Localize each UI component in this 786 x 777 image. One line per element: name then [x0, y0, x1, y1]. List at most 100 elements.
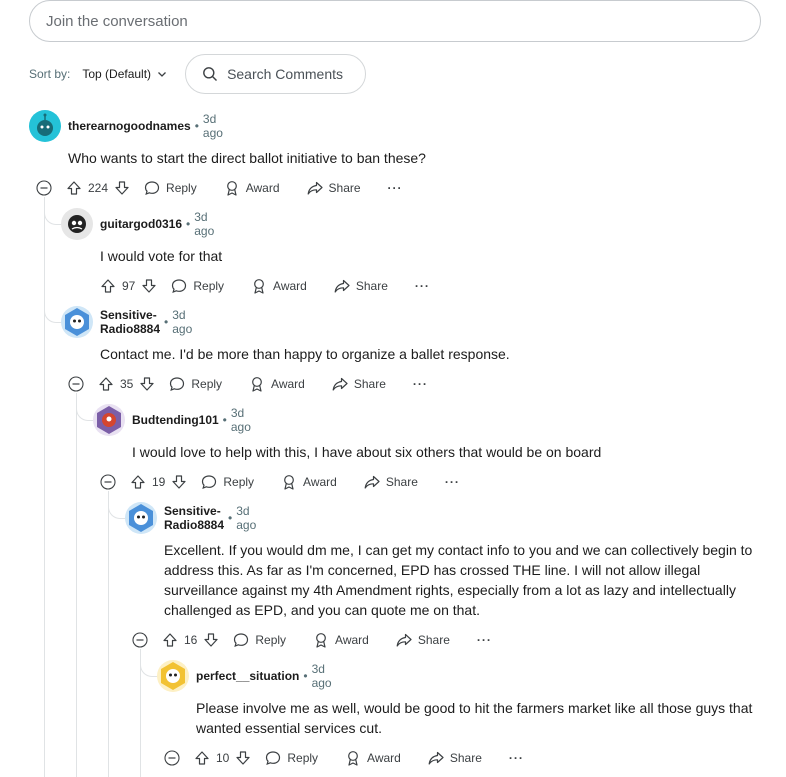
sort-dropdown[interactable]: Top (Default) — [82, 67, 167, 81]
vote-control: 97 — [100, 278, 157, 294]
reply-icon — [172, 279, 187, 293]
share-button[interactable]: Share — [428, 750, 482, 766]
comment-actions: 19 Reply Award Share ··· — [100, 470, 460, 494]
more-options-button[interactable]: ··· — [445, 475, 460, 489]
thread-line — [108, 491, 109, 777]
share-icon — [307, 181, 323, 195]
comment-body: I would vote for that — [100, 248, 223, 264]
reply-label: Reply — [255, 633, 287, 647]
downvote-icon[interactable] — [114, 180, 130, 196]
reply-icon — [266, 751, 281, 765]
reply-button[interactable]: Reply — [171, 278, 224, 294]
vote-control: 10 — [194, 750, 251, 766]
upvote-icon[interactable] — [162, 632, 178, 648]
comment-author[interactable]: therearnogoodnames — [68, 119, 191, 133]
join-conversation-box[interactable] — [29, 0, 761, 42]
avatar[interactable] — [157, 660, 189, 692]
comment-age: 3d ago — [230, 406, 251, 434]
separator-dot: • — [164, 315, 169, 329]
share-button[interactable]: Share — [307, 180, 361, 196]
avatar[interactable] — [61, 208, 93, 240]
comment-header: Budtending101 • 3d ago — [93, 404, 251, 436]
sort-bar: Sort by: Top (Default) Search Comments — [29, 54, 366, 94]
vote-control: 19 — [130, 474, 187, 490]
upvote-icon[interactable] — [130, 474, 146, 490]
avatar[interactable] — [125, 502, 157, 534]
comment-author[interactable]: Sensitive-Radio8884 — [100, 308, 160, 336]
reply-label: Reply — [191, 377, 223, 391]
comment-author[interactable]: guitargod0316 — [100, 217, 182, 231]
reply-button[interactable]: Reply — [201, 474, 254, 490]
comment-body: Who wants to start the direct ballot ini… — [68, 150, 426, 166]
sort-value: Top (Default) — [82, 67, 152, 81]
thread-connector — [108, 491, 126, 519]
search-comments-button[interactable]: Search Comments — [185, 54, 366, 94]
award-label: Award — [335, 633, 369, 647]
more-options-button[interactable]: ··· — [388, 181, 403, 195]
more-options-button[interactable]: ··· — [415, 279, 430, 293]
downvote-icon[interactable] — [139, 376, 155, 392]
comment-actions: 10 Reply Award Share ··· — [164, 746, 524, 770]
collapse-icon[interactable] — [68, 376, 84, 392]
share-button[interactable]: Share — [396, 632, 450, 648]
share-button[interactable]: Share — [334, 278, 388, 294]
join-conversation-input[interactable] — [46, 12, 760, 30]
reply-button[interactable]: Reply — [233, 632, 286, 648]
avatar[interactable] — [93, 404, 125, 436]
share-label: Share — [449, 751, 482, 765]
award-icon — [252, 377, 262, 392]
vote-count: 19 — [152, 475, 166, 489]
downvote-icon[interactable] — [141, 278, 157, 294]
collapse-icon[interactable] — [164, 750, 180, 766]
share-label: Share — [353, 377, 386, 391]
vote-control: 224 — [66, 180, 130, 196]
comment-author[interactable]: Budtending101 — [132, 413, 219, 427]
share-button[interactable]: Share — [332, 376, 386, 392]
avatar[interactable] — [29, 110, 61, 142]
more-options-button[interactable]: ··· — [477, 633, 492, 647]
vote-count: 97 — [122, 279, 136, 293]
upvote-icon[interactable] — [98, 376, 114, 392]
downvote-icon[interactable] — [171, 474, 187, 490]
award-label: Award — [273, 279, 307, 293]
reply-label: Reply — [223, 475, 255, 489]
award-button[interactable]: Award — [251, 278, 307, 294]
upvote-icon[interactable] — [66, 180, 82, 196]
reply-button[interactable]: Reply — [144, 180, 197, 196]
search-comments-label: Search Comments — [227, 66, 343, 82]
separator-dot: • — [194, 119, 199, 133]
collapse-icon[interactable] — [132, 632, 148, 648]
separator-dot: • — [303, 669, 308, 683]
award-button[interactable]: Award — [281, 474, 337, 490]
award-button[interactable]: Award — [249, 376, 305, 392]
comment-header: Sensitive-Radio8884 • 3d ago — [61, 306, 192, 338]
reply-icon — [144, 181, 160, 195]
upvote-icon[interactable] — [194, 750, 210, 766]
share-button[interactable]: Share — [364, 474, 418, 490]
award-button[interactable]: Award — [345, 750, 401, 766]
more-options-button[interactable]: ··· — [413, 377, 428, 391]
reply-label: Reply — [193, 279, 225, 293]
separator-dot: • — [228, 511, 233, 525]
collapse-icon[interactable] — [100, 474, 116, 490]
comment-header: therearnogoodnames • 3d ago — [29, 110, 223, 142]
reply-icon — [234, 633, 249, 647]
reply-button[interactable]: Reply — [265, 750, 318, 766]
vote-count: 16 — [184, 633, 198, 647]
comment-author[interactable]: perfect__situation — [196, 669, 299, 683]
reply-label: Reply — [287, 751, 319, 765]
comment-age: 3d ago — [311, 662, 332, 690]
award-button[interactable]: Award — [224, 180, 280, 196]
award-button[interactable]: Award — [313, 632, 369, 648]
reply-button[interactable]: Reply — [169, 376, 222, 392]
more-options-button[interactable]: ··· — [509, 751, 524, 765]
reply-label: Reply — [166, 181, 197, 195]
upvote-icon[interactable] — [100, 278, 116, 294]
downvote-icon[interactable] — [203, 632, 219, 648]
comment-author[interactable]: Sensitive-Radio8884 — [164, 504, 224, 532]
avatar[interactable] — [61, 306, 93, 338]
downvote-icon[interactable] — [235, 750, 251, 766]
share-label: Share — [417, 633, 450, 647]
collapse-icon[interactable] — [36, 180, 52, 196]
comment-actions: 16 Reply Award Share ··· — [132, 628, 492, 652]
